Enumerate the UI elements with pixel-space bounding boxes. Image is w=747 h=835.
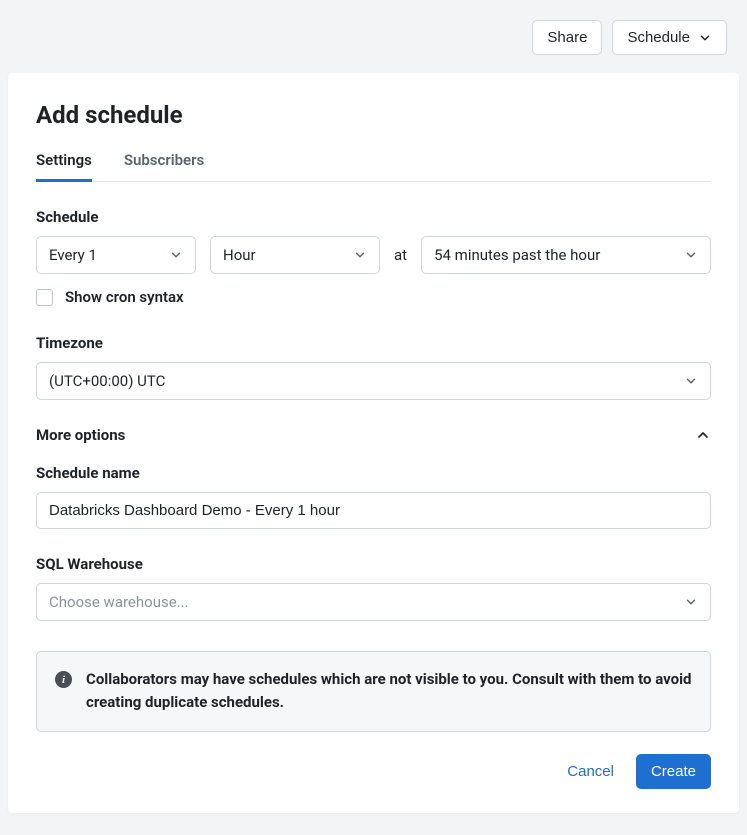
info-text: Collaborators may have schedules which a… — [86, 668, 692, 715]
chevron-down-icon — [698, 31, 712, 45]
warehouse-placeholder: Choose warehouse... — [49, 593, 189, 611]
schedule-row: Every 1 Hour at 54 minutes past the hour — [36, 236, 711, 274]
chevron-down-icon — [169, 248, 183, 262]
chevron-down-icon — [684, 595, 698, 609]
info-box: i Collaborators may have schedules which… — [36, 651, 711, 732]
timezone-select[interactable]: (UTC+00:00) UTC — [36, 362, 711, 400]
more-options-label: More options — [36, 426, 125, 444]
schedule-name-section: Schedule name — [36, 464, 711, 529]
schedule-name-label: Schedule name — [36, 464, 711, 482]
chevron-down-icon — [353, 248, 367, 262]
cancel-button[interactable]: Cancel — [553, 755, 628, 788]
panel-title: Add schedule — [36, 101, 711, 129]
unit-value: Hour — [223, 246, 256, 264]
footer: Cancel Create — [36, 754, 711, 789]
timezone-section: Timezone (UTC+00:00) UTC — [36, 334, 711, 400]
tab-settings[interactable]: Settings — [36, 151, 92, 182]
schedule-label: Schedule — [627, 29, 690, 46]
tabs: Settings Subscribers — [36, 151, 711, 182]
frequency-value: Every 1 — [49, 246, 97, 264]
show-cron-checkbox[interactable] — [36, 289, 53, 306]
warehouse-label: SQL Warehouse — [36, 555, 711, 573]
schedule-name-input[interactable] — [36, 492, 711, 529]
info-icon: i — [55, 671, 72, 688]
schedule-section: Schedule Every 1 Hour at 54 minutes past… — [36, 208, 711, 306]
share-button[interactable]: Share — [532, 20, 602, 55]
at-label: at — [394, 246, 407, 264]
more-options-toggle[interactable]: More options — [36, 426, 711, 444]
unit-select[interactable]: Hour — [210, 236, 380, 274]
warehouse-section: SQL Warehouse Choose warehouse... — [36, 555, 711, 621]
tab-subscribers[interactable]: Subscribers — [124, 151, 204, 181]
frequency-select[interactable]: Every 1 — [36, 236, 196, 274]
timezone-value: (UTC+00:00) UTC — [49, 372, 165, 390]
top-bar: Share Schedule — [0, 0, 747, 73]
create-button[interactable]: Create — [636, 754, 711, 789]
show-cron-row: Show cron syntax — [36, 288, 711, 306]
minute-value: 54 minutes past the hour — [434, 246, 600, 264]
chevron-down-icon — [684, 248, 698, 262]
share-label: Share — [547, 29, 587, 46]
create-label: Create — [651, 763, 696, 780]
cancel-label: Cancel — [567, 763, 614, 780]
chevron-up-icon — [695, 427, 711, 443]
schedule-label: Schedule — [36, 208, 711, 226]
add-schedule-panel: Add schedule Settings Subscribers Schedu… — [8, 73, 739, 813]
schedule-dropdown-button[interactable]: Schedule — [612, 20, 727, 55]
minute-select[interactable]: 54 minutes past the hour — [421, 236, 711, 274]
show-cron-label: Show cron syntax — [65, 288, 184, 306]
timezone-label: Timezone — [36, 334, 711, 352]
chevron-down-icon — [684, 374, 698, 388]
warehouse-select[interactable]: Choose warehouse... — [36, 583, 711, 621]
